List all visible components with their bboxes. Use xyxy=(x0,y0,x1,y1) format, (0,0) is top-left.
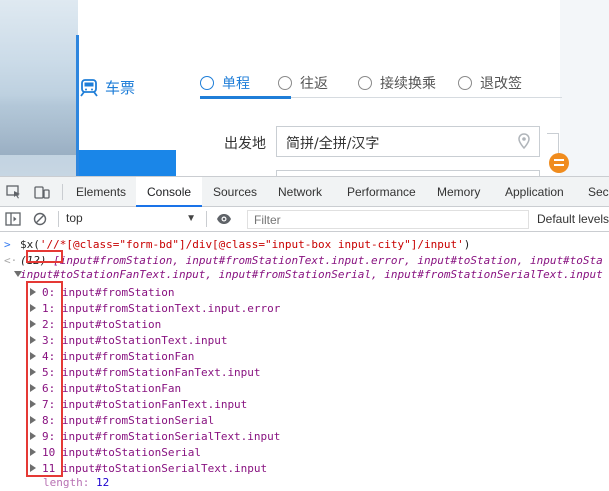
return-marker: <· xyxy=(4,254,18,267)
background-scenery xyxy=(0,0,78,176)
tab-sources[interactable]: Sources xyxy=(213,177,257,207)
trip-type-tabs: 单程 往返 接续换乘 退改签 xyxy=(200,72,546,94)
tab-round-trip[interactable]: 往返 xyxy=(278,72,328,94)
devtools-tabbar: Elements Console Sources Network Perform… xyxy=(0,177,609,207)
device-toolbar-icon[interactable] xyxy=(34,185,50,199)
context-selector-value: top xyxy=(66,211,83,225)
round-trip-icon xyxy=(278,76,292,90)
length-key: length: xyxy=(43,476,90,489)
result-summary[interactable]: (12) [input#fromStation, input#fromStati… xyxy=(20,253,603,268)
highlight-box-indices xyxy=(26,281,63,477)
tab-memory[interactable]: Memory xyxy=(437,177,480,207)
result-summary-line1: [input#fromStation, input#fromStationTex… xyxy=(53,254,603,267)
sidebar-toggle-icon[interactable] xyxy=(5,212,21,226)
from-station-input[interactable]: 简拼/全拼/汉字 xyxy=(276,126,540,157)
dropdown-arrow-icon: ▼ xyxy=(186,213,196,224)
ticket-tab-label: 车票 xyxy=(105,79,136,97)
array-length: length: 12 xyxy=(43,475,109,491)
tabbar-separator xyxy=(62,184,63,200)
tab-elements[interactable]: Elements xyxy=(76,177,126,207)
arrow-circle-icon xyxy=(200,76,214,90)
tab-transfer[interactable]: 接续换乘 xyxy=(358,72,436,94)
swap-stations-button[interactable] xyxy=(549,153,569,173)
command-xpath-string: '//*[@class="form-bd"]/div[@class="input… xyxy=(39,238,464,251)
highlight-box-count xyxy=(26,250,63,263)
toolbar-separator xyxy=(206,211,207,227)
background-right xyxy=(560,0,609,176)
tab-one-way-label: 单程 xyxy=(222,76,250,92)
console-output: > $x('//*[@class="form-bd"]/div[@class="… xyxy=(0,233,609,491)
refund-icon xyxy=(458,76,472,90)
tab-network[interactable]: Network xyxy=(278,177,322,207)
devtools-panel: Elements Console Sources Network Perform… xyxy=(0,176,609,491)
tab-performance[interactable]: Performance xyxy=(347,177,416,207)
web-page: 车票 单程 往返 接续换乘 退改签 出发地 简拼/全拼/汉字 xyxy=(0,0,609,176)
console-prompt: > xyxy=(4,238,11,251)
swap-bracket xyxy=(547,133,559,155)
list-item[interactable]: 9: input#fromStationSerialText.input xyxy=(30,429,280,445)
tab-security[interactable]: Secu xyxy=(588,177,609,207)
from-station-label: 出发地 xyxy=(224,136,266,152)
tab-application[interactable]: Application xyxy=(505,177,564,207)
tab-console[interactable]: Console xyxy=(136,177,203,207)
tab-refund-label: 退改签 xyxy=(480,76,522,92)
transfer-icon xyxy=(358,76,372,90)
log-levels-dropdown[interactable]: Default levels xyxy=(537,212,609,226)
ticket-tab[interactable]: 车票 xyxy=(79,77,135,98)
active-tab-indicator xyxy=(200,96,291,99)
command-suffix: ) xyxy=(463,238,471,251)
sidebar-active-block xyxy=(79,150,176,176)
console-toolbar: top ▼ Default levels xyxy=(0,207,609,232)
inspect-element-icon[interactable] xyxy=(6,185,22,199)
console-command: $x('//*[@class="form-bd"]/div[@class="in… xyxy=(20,237,470,252)
tab-round-trip-label: 往返 xyxy=(300,76,328,92)
tab-refund[interactable]: 退改签 xyxy=(458,72,522,94)
location-pin-icon[interactable] xyxy=(518,133,530,149)
tab-one-way[interactable]: 单程 xyxy=(200,72,250,94)
clear-console-icon[interactable] xyxy=(33,212,49,226)
length-value: 12 xyxy=(95,476,110,489)
train-icon xyxy=(80,78,98,97)
toolbar-separator xyxy=(58,211,59,227)
list-item[interactable]: 1: input#fromStationText.input.error xyxy=(30,301,280,317)
console-filter-input[interactable] xyxy=(247,210,529,229)
eye-icon[interactable] xyxy=(216,213,232,225)
context-selector[interactable]: top ▼ xyxy=(66,211,200,228)
list-item[interactable]: 5: input#fromStationFanText.input xyxy=(30,365,261,381)
tab-transfer-label: 接续换乘 xyxy=(380,76,436,92)
result-summary-line2: input#toStationFanText.input, input#from… xyxy=(20,268,603,281)
